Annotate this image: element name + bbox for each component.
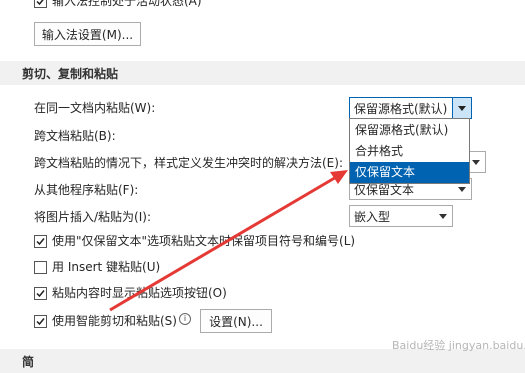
- watermark: Baidu经验 jingyan.baidu.com: [392, 339, 525, 352]
- annotation-arrow: [109, 170, 348, 312]
